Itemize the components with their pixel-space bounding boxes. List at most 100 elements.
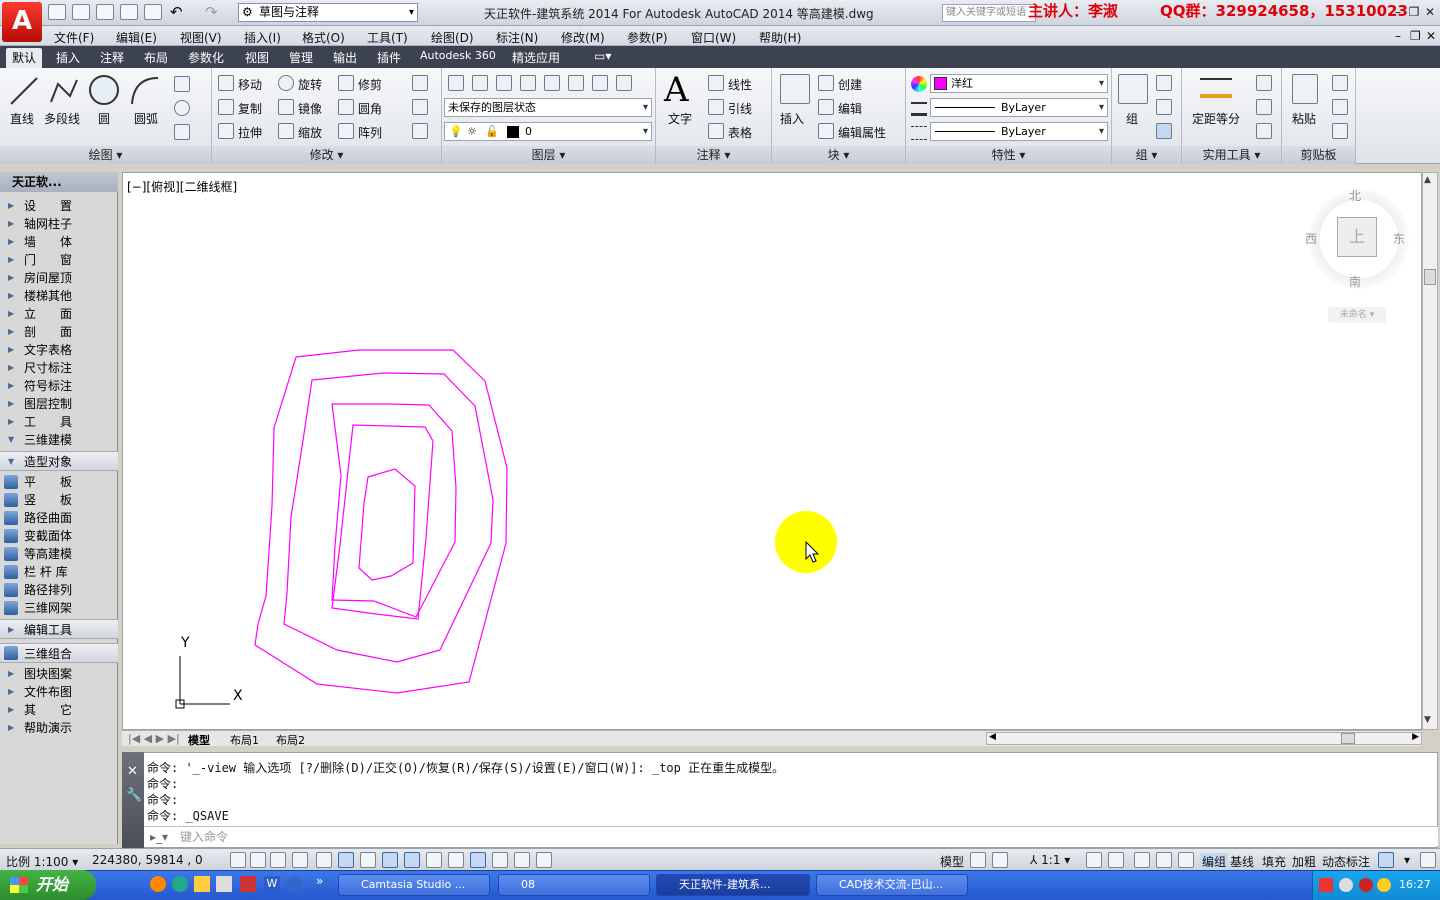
group-button[interactable]: 组 xyxy=(1126,110,1138,127)
palette-item[interactable]: ▶ 尺寸标注 xyxy=(0,359,118,377)
scroll-thumb[interactable] xyxy=(1424,269,1436,285)
tab-layout[interactable]: 布局 xyxy=(144,49,168,66)
group-select-icon[interactable] xyxy=(1156,123,1172,139)
calculator-icon[interactable] xyxy=(1256,123,1272,139)
move-button[interactable]: 移动 xyxy=(238,76,262,93)
array-icon[interactable] xyxy=(338,123,354,139)
layer-isolate-icon[interactable] xyxy=(496,75,512,91)
tab-insert[interactable]: 插入 xyxy=(56,49,80,66)
text-icon[interactable]: A xyxy=(664,70,689,110)
linetype-dropdown[interactable]: ByLayer xyxy=(930,122,1108,141)
tab-annotate[interactable]: 注释 xyxy=(100,49,124,66)
block-panel-title[interactable]: 块 ▾ xyxy=(772,146,905,164)
layer-freeze-icon[interactable] xyxy=(520,75,536,91)
compass-south[interactable]: 南 xyxy=(1349,273,1361,290)
annotation-visibility-icon[interactable] xyxy=(1086,852,1102,868)
vertical-scrollbar[interactable]: ▲ ▼ xyxy=(1422,172,1438,730)
lineweight-toggle-icon[interactable] xyxy=(448,852,464,868)
clean-screen-icon[interactable] xyxy=(1420,852,1436,868)
layer-previous-icon[interactable] xyxy=(592,75,608,91)
clipboard-panel-title[interactable]: 剪贴板 xyxy=(1282,146,1355,164)
linear-button[interactable]: 线性 xyxy=(728,76,752,93)
3d-osnap-icon[interactable] xyxy=(360,852,376,868)
save-icon[interactable] xyxy=(96,4,114,20)
ortho-mode-icon[interactable] xyxy=(292,852,308,868)
task-camtasia[interactable]: Camtasia Studio ... xyxy=(338,874,490,896)
compass-east[interactable]: 东 xyxy=(1393,230,1405,247)
doc-close-icon[interactable]: ✕ xyxy=(1426,29,1436,43)
polar-tracking-icon[interactable] xyxy=(316,852,332,868)
palette-sub-item[interactable]: 栏 杆 库 xyxy=(0,563,118,581)
dynamic-ucs-icon[interactable] xyxy=(404,852,420,868)
group-edit-icon[interactable] xyxy=(1156,99,1172,115)
toggle-bold[interactable]: 加粗 xyxy=(1292,853,1316,870)
palette-item[interactable]: ▶ 房间屋顶 xyxy=(0,269,118,287)
palette-section-header[interactable]: ▼ 造型对象 xyxy=(0,451,118,471)
tab-autodesk360[interactable]: Autodesk 360 xyxy=(420,49,496,62)
ellipse-icon[interactable] xyxy=(174,100,190,116)
table-icon[interactable] xyxy=(708,123,724,139)
task-qq-group[interactable]: CAD技术交流-巴山... xyxy=(816,874,968,896)
status-menu-icon[interactable]: ▾ xyxy=(1404,853,1410,867)
annotation-scale-dropdown[interactable]: ⅄ 1:1 ▾ xyxy=(1030,853,1070,867)
mirror-button[interactable]: 镜像 xyxy=(298,100,322,117)
palette-item[interactable]: ▶ 门 窗 xyxy=(0,251,118,269)
edit-block-icon[interactable] xyxy=(818,99,834,115)
menu-modify[interactable]: 修改(M) xyxy=(561,29,605,46)
groups-panel-title[interactable]: 组 ▾ xyxy=(1112,146,1181,164)
edit-attr-icon[interactable] xyxy=(818,123,834,139)
measure-button[interactable]: 定距等分 xyxy=(1192,110,1240,127)
toggle-baseline[interactable]: 基线 xyxy=(1230,853,1254,870)
isolate-objects-icon[interactable] xyxy=(1378,852,1394,868)
tab-layout1[interactable]: 布局1 xyxy=(230,732,259,748)
menu-format[interactable]: 格式(O) xyxy=(302,29,345,46)
undo-icon[interactable]: ↶ xyxy=(170,3,183,21)
move-icon[interactable] xyxy=(218,75,234,91)
tab-plugins[interactable]: 插件 xyxy=(377,49,401,66)
redo-icon[interactable]: ↷ xyxy=(205,3,218,21)
ie-icon[interactable] xyxy=(172,876,188,892)
layer-lock-icon[interactable] xyxy=(544,75,560,91)
tray-app-icon[interactable] xyxy=(1339,878,1353,892)
lineweight-dropdown[interactable]: ByLayer xyxy=(930,98,1108,117)
menu-tools[interactable]: 工具(T) xyxy=(367,29,408,46)
stretch-button[interactable]: 拉伸 xyxy=(238,124,262,141)
utilities-panel-title[interactable]: 实用工具 ▾ xyxy=(1182,146,1281,164)
tray-antivirus-icon[interactable] xyxy=(1359,878,1373,892)
qq-tray-icon[interactable] xyxy=(1377,878,1391,892)
ime-icon[interactable] xyxy=(1319,878,1333,892)
grid-display-icon[interactable] xyxy=(270,852,286,868)
palette-item[interactable]: ▶ 图层控制 xyxy=(0,395,118,413)
hatch-icon[interactable] xyxy=(174,124,190,140)
fillet-button[interactable]: 圆角 xyxy=(358,100,382,117)
palette-item[interactable]: ▶ 帮助演示 xyxy=(0,719,118,737)
tab-default[interactable]: 默认 xyxy=(6,48,43,68)
compass-north[interactable]: 北 xyxy=(1349,187,1361,204)
palette-item[interactable]: ▶ 楼梯其他 xyxy=(0,287,118,305)
layer-off-icon[interactable] xyxy=(472,75,488,91)
drawing-canvas[interactable]: [−][俯视][二维线框] Y X 北 南 东 西 上 未命名 ▾ xyxy=(122,172,1422,730)
hscroll-thumb[interactable] xyxy=(1341,733,1355,744)
scroll-left-icon[interactable]: ◀ xyxy=(989,732,996,742)
rectangle-icon[interactable] xyxy=(174,76,190,92)
layer-match-icon[interactable] xyxy=(568,75,584,91)
globe-icon[interactable] xyxy=(286,876,302,892)
snap-mode-icon[interactable] xyxy=(250,852,266,868)
workspace-dropdown[interactable]: ⚙ 草图与注释 ▾ xyxy=(238,3,418,22)
match-prop-icon[interactable] xyxy=(1332,123,1348,139)
current-layer-dropdown[interactable]: 💡 ☼ 🔓 0 xyxy=(444,122,652,141)
insert-block-icon[interactable] xyxy=(780,74,810,104)
restore-icon[interactable]: ❐ xyxy=(1406,5,1422,19)
mirror-icon[interactable] xyxy=(278,99,294,115)
menu-help[interactable]: 帮助(H) xyxy=(759,29,801,46)
minimize-icon[interactable]: – xyxy=(1390,5,1406,19)
palette-item[interactable]: ▶ 墙 体 xyxy=(0,233,118,251)
polyline-icon[interactable] xyxy=(48,74,80,108)
wrench-icon[interactable]: 🔧 xyxy=(126,788,142,803)
ungroup-icon[interactable] xyxy=(1156,75,1172,91)
measure-icon[interactable] xyxy=(1200,78,1232,98)
layer-walk-icon[interactable] xyxy=(616,75,632,91)
menu-file[interactable]: 文件(F) xyxy=(54,29,94,46)
match-properties-icon[interactable] xyxy=(911,76,927,92)
menu-dimension[interactable]: 标注(N) xyxy=(496,29,538,46)
